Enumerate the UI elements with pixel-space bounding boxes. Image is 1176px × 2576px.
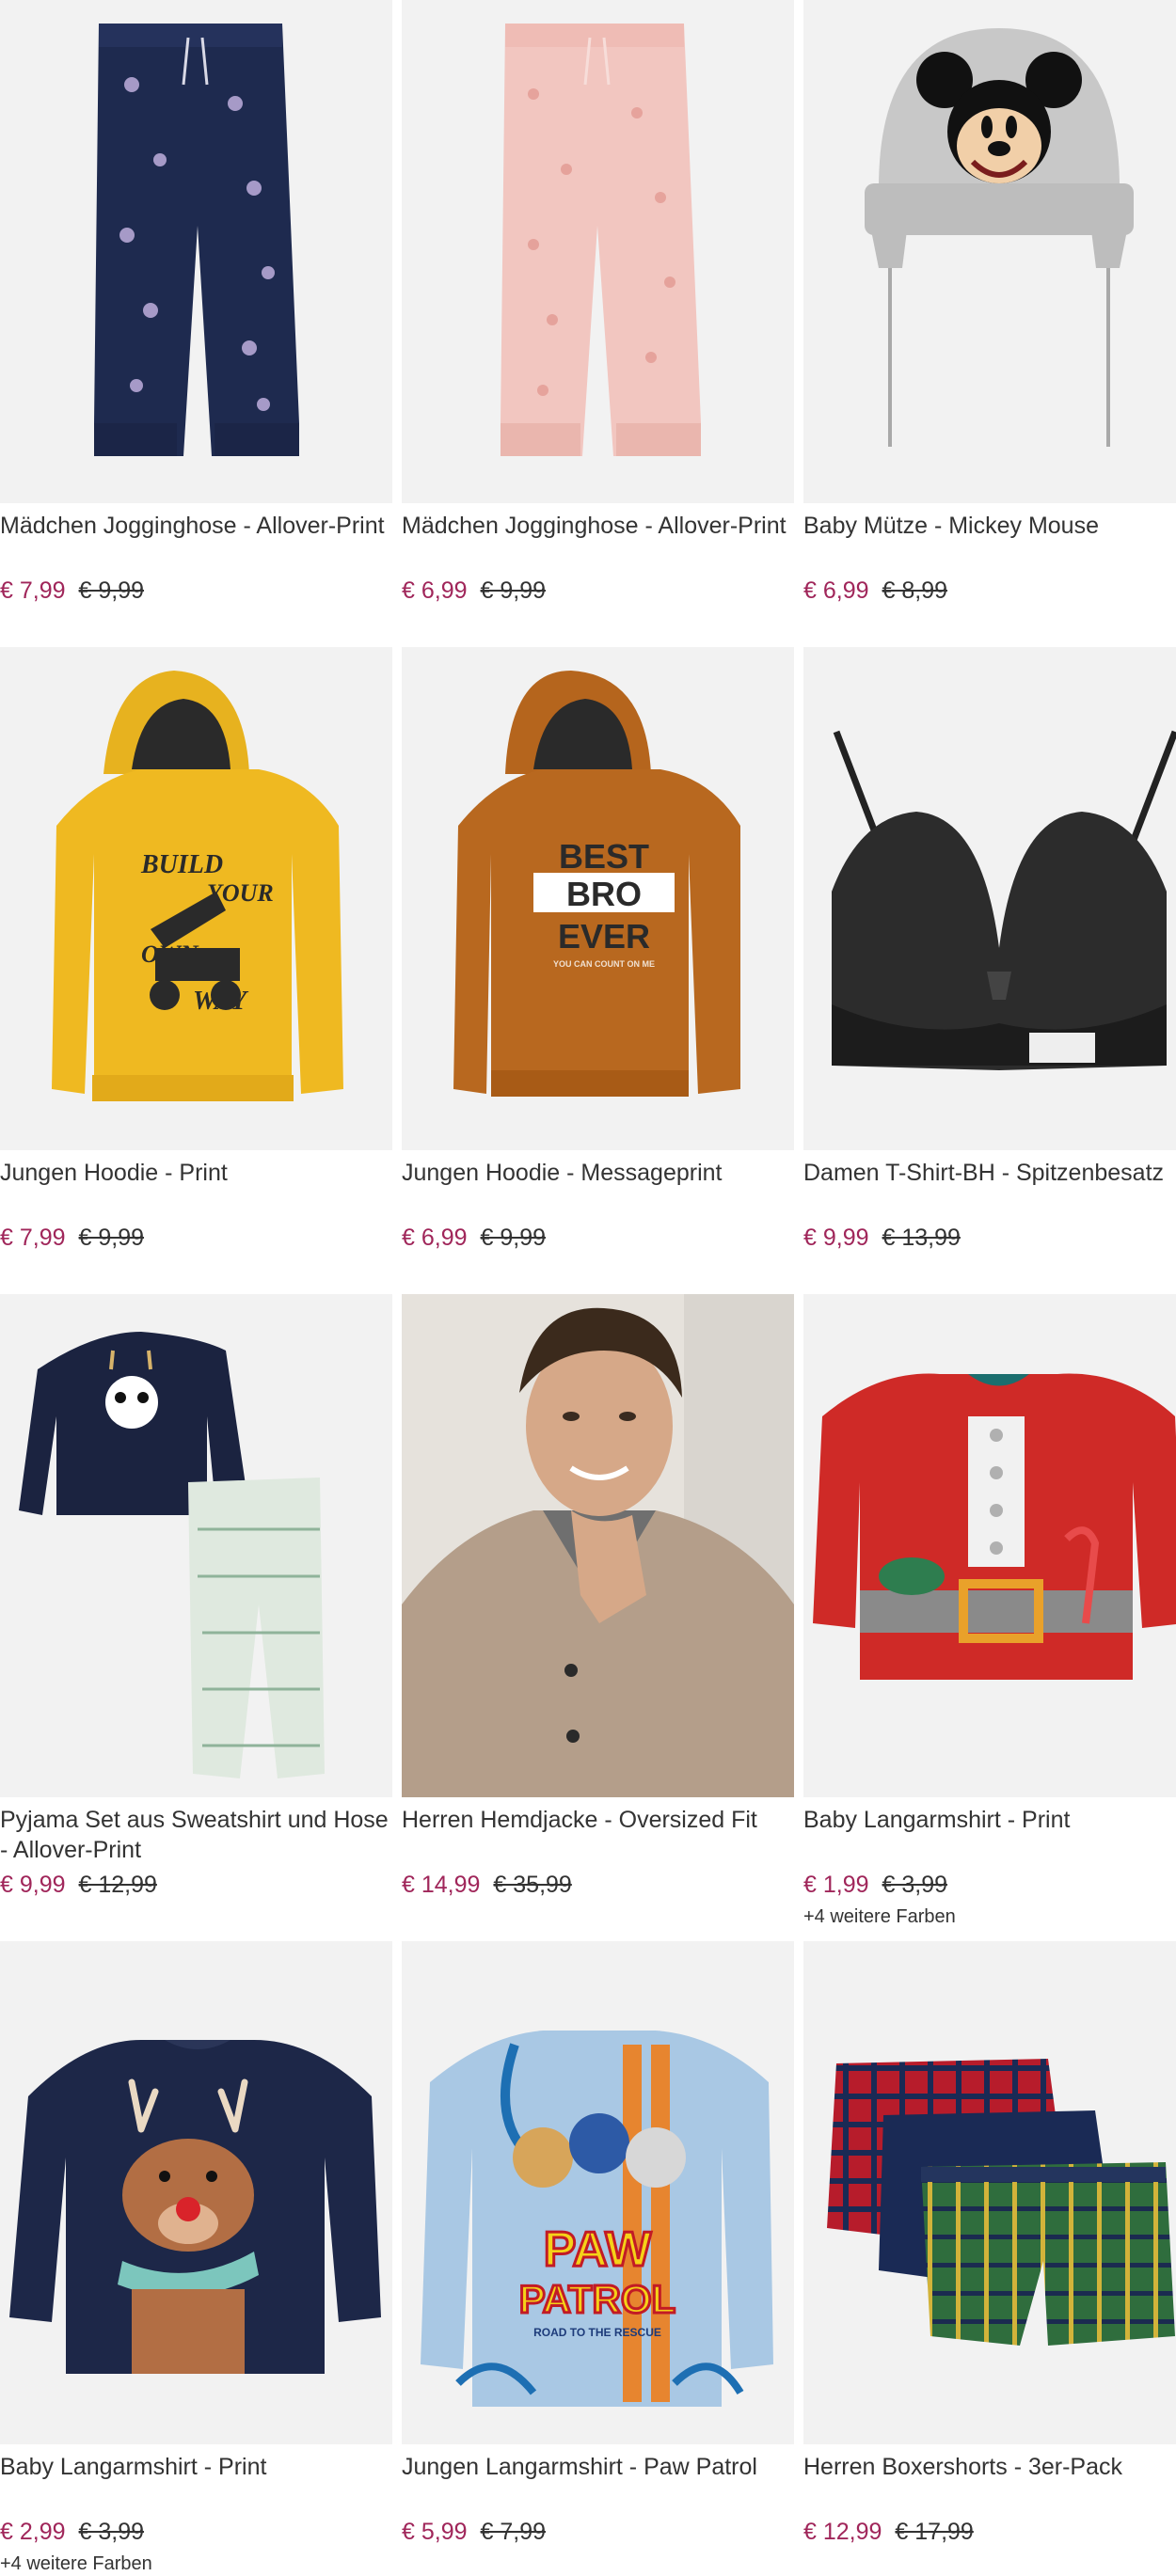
sale-price: € 9,99 [803, 1225, 869, 1251]
original-price: € 8,99 [882, 577, 948, 604]
original-price: € 3,99 [882, 1872, 948, 1898]
product-card[interactable]: PAW PATROL ROAD TO THE RESCUE Jungen Lan… [402, 1941, 794, 2576]
brown-best-bro-hoodie-icon: BEST BRO EVER YOU CAN COUNT ON ME [402, 647, 794, 1150]
sale-price: € 6,99 [803, 577, 869, 604]
svg-text:YOU CAN COUNT ON ME: YOU CAN COUNT ON ME [553, 959, 655, 969]
original-price: € 9,99 [78, 1225, 145, 1251]
product-title[interactable]: Baby Mütze - Mickey Mouse [803, 511, 1176, 571]
product-title[interactable]: Jungen Langarmshirt - Paw Patrol [402, 2452, 794, 2512]
svg-text:BRO: BRO [566, 875, 642, 913]
product-image[interactable] [0, 1294, 392, 1797]
sale-price: € 6,99 [402, 577, 468, 604]
original-price: € 3,99 [78, 2519, 145, 2545]
original-price: € 13,99 [882, 1225, 961, 1251]
sale-price: € 5,99 [402, 2519, 468, 2545]
product-card[interactable]: BEST BRO EVER YOU CAN COUNT ON ME Jungen… [402, 647, 794, 1294]
price-row: € 7,99 € 9,99 [0, 1224, 392, 1252]
product-title[interactable]: Jungen Hoodie - Print [0, 1158, 392, 1218]
product-title[interactable]: Mädchen Jogginghose - Allover-Print [402, 511, 794, 571]
product-card[interactable]: Herren Hemdjacke - Oversized Fit € 14,99… [402, 1294, 794, 1941]
sale-price: € 6,99 [402, 1225, 468, 1251]
sale-price: € 14,99 [402, 1872, 481, 1898]
man-beige-shirt-jacket-photo-icon [402, 1294, 794, 1797]
product-grid: Mädchen Jogginghose - Allover-Print € 7,… [0, 0, 1176, 2576]
product-image[interactable] [803, 1294, 1176, 1797]
sale-price: € 12,99 [803, 2519, 882, 2545]
original-price: € 17,99 [895, 2519, 974, 2545]
product-card[interactable]: Baby Langarmshirt - Print € 1,99 € 3,99 … [803, 1294, 1176, 1941]
price-row: € 12,99 € 17,99 [803, 2518, 1176, 2546]
product-image[interactable] [803, 647, 1176, 1150]
more-colors-link[interactable]: +4 weitere Farben [803, 1904, 1176, 1929]
svg-text:PAW: PAW [544, 2222, 653, 2277]
price-row: € 9,99 € 12,99 [0, 1871, 392, 1899]
sale-price: € 7,99 [0, 1225, 66, 1251]
product-title[interactable]: Jungen Hoodie - Messageprint [402, 1158, 794, 1218]
product-title[interactable]: Baby Langarmshirt - Print [0, 2452, 392, 2512]
svg-text:EVER: EVER [558, 917, 650, 956]
more-colors-link[interactable]: +4 weitere Farben [0, 2552, 392, 2576]
original-price: € 12,99 [78, 1872, 157, 1898]
product-image[interactable] [402, 0, 794, 503]
black-lace-bra-icon [803, 647, 1176, 1150]
product-image[interactable] [0, 0, 392, 503]
price-row: € 6,99 € 9,99 [402, 1224, 794, 1252]
svg-text:PATROL: PATROL [519, 2277, 675, 2321]
product-card[interactable]: Pyjama Set aus Sweatshirt und Hose - All… [0, 1294, 392, 1941]
product-title[interactable]: Damen T-Shirt-BH - Spitzenbesatz [803, 1158, 1176, 1218]
product-title[interactable]: Herren Boxershorts - 3er-Pack [803, 2452, 1176, 2512]
pink-unicorn-jogger-pants-icon [402, 0, 794, 503]
product-title[interactable]: Baby Langarmshirt - Print [803, 1805, 1176, 1865]
product-image[interactable] [803, 0, 1176, 503]
product-image[interactable] [803, 1941, 1176, 2444]
price-row: € 6,99 € 8,99 [803, 577, 1176, 605]
yellow-excavator-hoodie-icon: BUILD YOUR OWN WAY [0, 647, 392, 1150]
product-title[interactable]: Herren Hemdjacke - Oversized Fit [402, 1805, 794, 1865]
product-card[interactable]: Baby Mütze - Mickey Mouse € 6,99 € 8,99 [803, 0, 1176, 647]
original-price: € 35,99 [493, 1872, 572, 1898]
original-price: € 9,99 [78, 577, 145, 604]
product-card[interactable]: Damen T-Shirt-BH - Spitzenbesatz € 9,99 … [803, 647, 1176, 1294]
grey-mickey-beanie-icon [803, 0, 1176, 503]
price-row: € 7,99 € 9,99 [0, 577, 392, 605]
product-image[interactable] [0, 1941, 392, 2444]
product-card[interactable]: Mädchen Jogginghose - Allover-Print € 7,… [0, 0, 392, 647]
price-row: € 9,99 € 13,99 [803, 1224, 1176, 1252]
product-card[interactable]: Baby Langarmshirt - Print € 2,99 € 3,99 … [0, 1941, 392, 2576]
original-price: € 9,99 [480, 577, 547, 604]
price-row: € 5,99 € 7,99 [402, 2518, 794, 2546]
product-card[interactable]: BUILD YOUR OWN WAY Jungen Hoodie - Print… [0, 647, 392, 1294]
price-row: € 6,99 € 9,99 [402, 577, 794, 605]
sale-price: € 2,99 [0, 2519, 66, 2545]
panda-pyjama-set-icon [0, 1294, 392, 1797]
plaid-boxershorts-3pack-icon [803, 1941, 1176, 2444]
product-card[interactable]: Mädchen Jogginghose - Allover-Print € 6,… [402, 0, 794, 647]
sale-price: € 7,99 [0, 577, 66, 604]
original-price: € 9,99 [480, 1225, 547, 1251]
product-image[interactable] [402, 1294, 794, 1797]
blue-paw-patrol-longsleeve-icon: PAW PATROL ROAD TO THE RESCUE [402, 1941, 794, 2444]
product-image[interactable]: PAW PATROL ROAD TO THE RESCUE [402, 1941, 794, 2444]
product-title[interactable]: Pyjama Set aus Sweatshirt und Hose - All… [0, 1805, 392, 1865]
svg-text:BUILD: BUILD [140, 850, 223, 879]
original-price: € 7,99 [480, 2519, 547, 2545]
product-image[interactable]: BEST BRO EVER YOU CAN COUNT ON ME [402, 647, 794, 1150]
svg-text:BEST: BEST [559, 837, 649, 876]
navy-unicorn-jogger-pants-icon [0, 0, 392, 503]
sale-price: € 1,99 [803, 1872, 869, 1898]
navy-reindeer-longsleeve-icon [0, 1941, 392, 2444]
sale-price: € 9,99 [0, 1872, 66, 1898]
red-santa-dino-longsleeve-icon [803, 1294, 1176, 1797]
product-title[interactable]: Mädchen Jogginghose - Allover-Print [0, 511, 392, 571]
product-card[interactable]: Herren Boxershorts - 3er-Pack € 12,99 € … [803, 1941, 1176, 2576]
price-row: € 14,99 € 35,99 [402, 1871, 794, 1899]
product-image[interactable]: BUILD YOUR OWN WAY [0, 647, 392, 1150]
price-row: € 2,99 € 3,99 [0, 2518, 392, 2546]
price-row: € 1,99 € 3,99 [803, 1871, 1176, 1899]
svg-text:ROAD TO THE RESCUE: ROAD TO THE RESCUE [533, 2326, 661, 2339]
